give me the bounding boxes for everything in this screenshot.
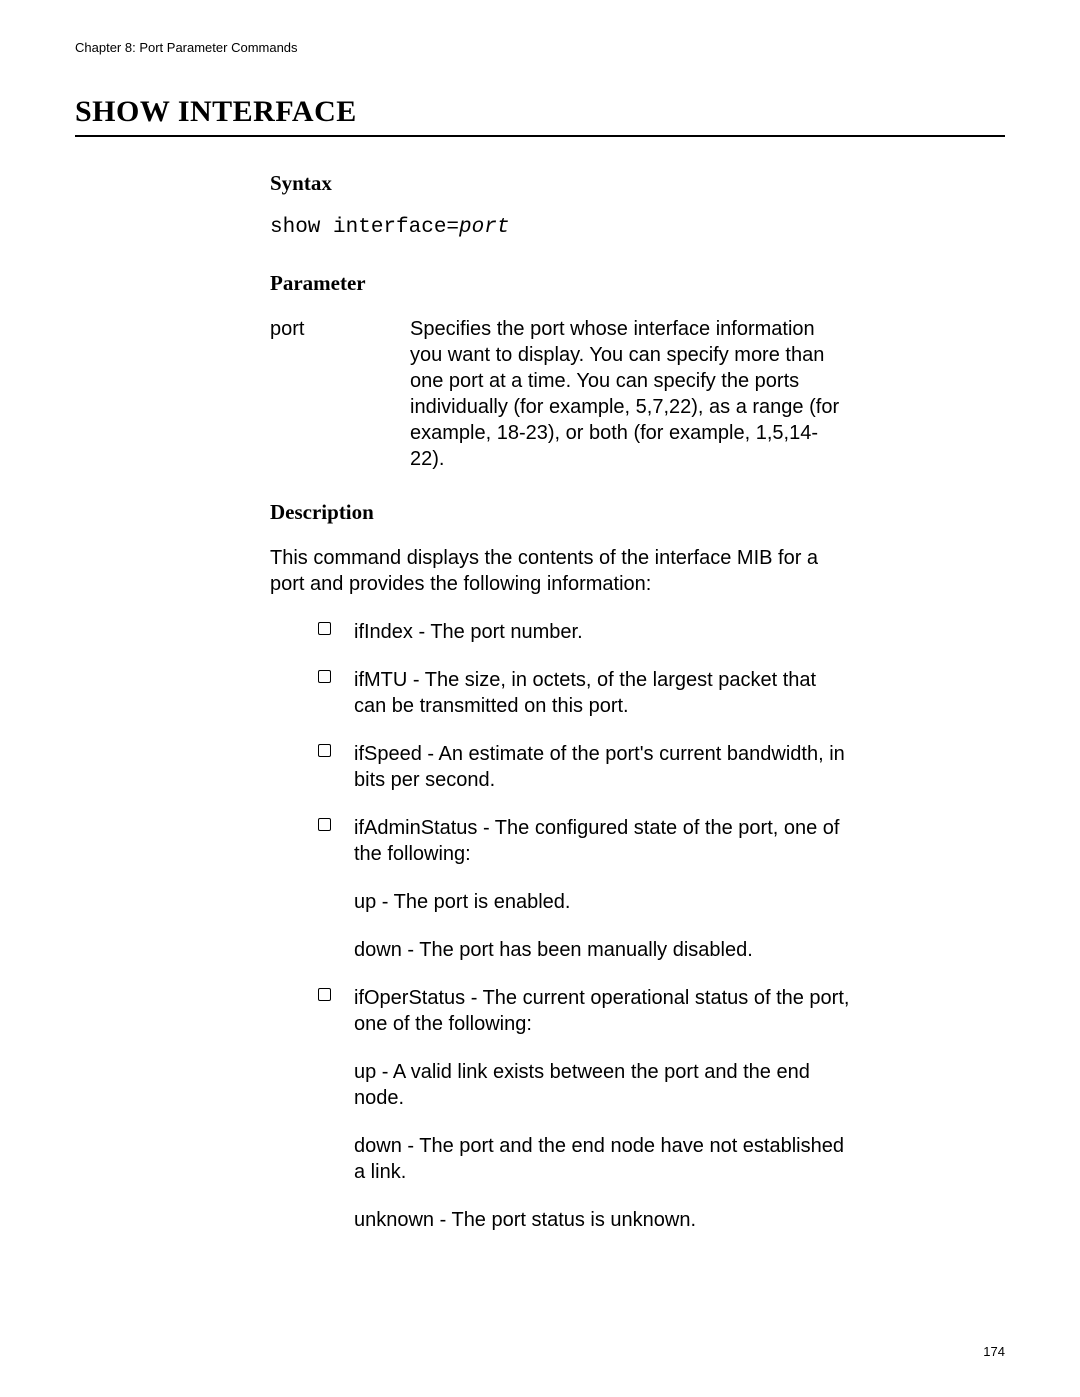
bullet-icon [318, 670, 331, 683]
list-item: ifOperStatus - The current operational s… [296, 985, 850, 1037]
parameter-heading: Parameter [270, 271, 850, 296]
parameter-name: port [270, 316, 410, 342]
syntax-code: show interface=port [270, 216, 850, 239]
list-item-text: ifIndex - The port number. [354, 621, 583, 643]
description-heading: Description [270, 500, 850, 525]
chapter-header: Chapter 8: Port Parameter Commands [75, 40, 1005, 55]
sub-item: down - The port has been manually disabl… [270, 937, 850, 963]
list-item: ifSpeed - An estimate of the port's curr… [296, 741, 850, 793]
page-title: SHOW INTERFACE [75, 95, 1005, 129]
sub-item: up - A valid link exists between the por… [270, 1059, 850, 1111]
sub-item: up - The port is enabled. [270, 889, 850, 915]
list-item-text: ifMTU - The size, in octets, of the larg… [354, 669, 816, 717]
syntax-heading: Syntax [270, 171, 850, 196]
parameter-description: Specifies the port whose interface infor… [410, 316, 850, 472]
list-item: ifIndex - The port number. [296, 619, 850, 645]
syntax-argument: port [459, 216, 509, 239]
parameter-row: port Specifies the port whose interface … [270, 316, 850, 472]
bullet-icon [318, 988, 331, 1001]
description-intro: This command displays the contents of th… [270, 545, 850, 597]
bullet-icon [318, 622, 331, 635]
list-item-text: ifAdminStatus - The configured state of … [354, 817, 839, 865]
list-item-text: ifOperStatus - The current operational s… [354, 987, 849, 1035]
sub-item: unknown - The port status is unknown. [270, 1207, 850, 1233]
syntax-command: show interface= [270, 216, 459, 239]
bullet-icon [318, 744, 331, 757]
list-item: ifMTU - The size, in octets, of the larg… [296, 667, 850, 719]
sub-item: down - The port and the end node have no… [270, 1133, 850, 1185]
title-divider [75, 135, 1005, 137]
page-number: 174 [983, 1344, 1005, 1359]
bullet-icon [318, 818, 331, 831]
list-item: ifAdminStatus - The configured state of … [296, 815, 850, 867]
list-item-text: ifSpeed - An estimate of the port's curr… [354, 743, 845, 791]
